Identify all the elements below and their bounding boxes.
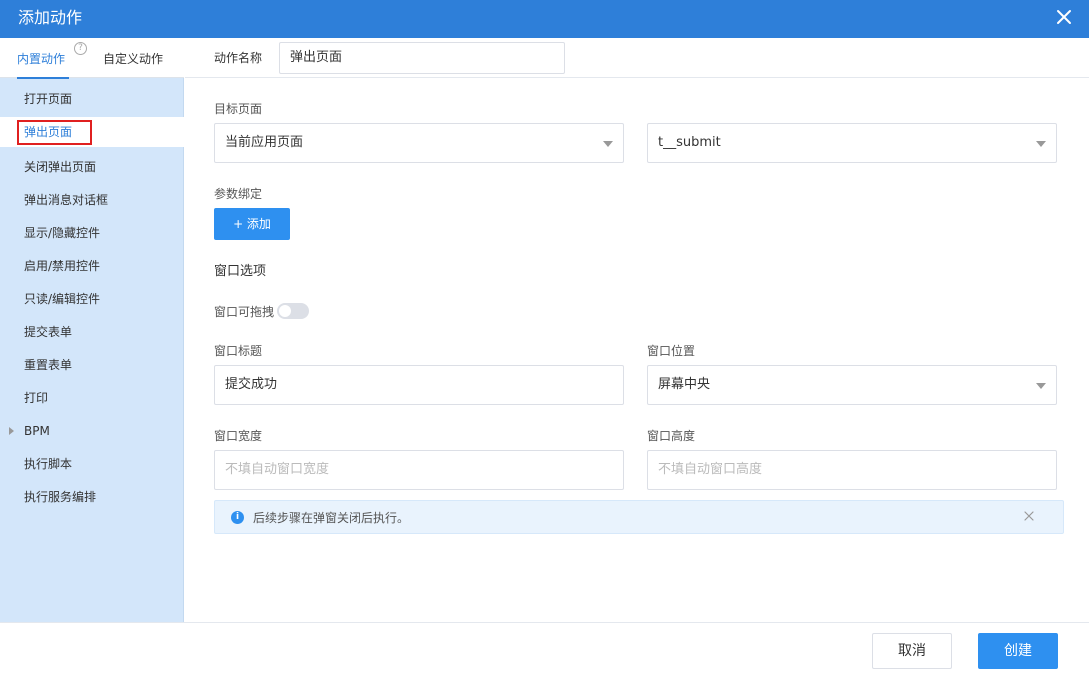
window-height-input[interactable]: 不填自动窗口高度 <box>647 450 1057 490</box>
window-position-select[interactable]: 屏幕中央 <box>647 365 1057 405</box>
draggable-toggle[interactable] <box>277 303 309 319</box>
window-title-label: 窗口标题 <box>214 344 263 358</box>
menu-item-label: BPM <box>24 424 50 438</box>
menu-item-label: 执行服务编排 <box>24 490 97 504</box>
tab-builtin-actions[interactable]: 内置动作 <box>17 38 69 79</box>
menu-item-print[interactable]: 打印 <box>0 383 184 413</box>
window-width-label: 窗口宽度 <box>214 429 263 443</box>
target-page-value: t__submit <box>658 135 721 150</box>
menu-item-run-script[interactable]: 执行脚本 <box>0 449 184 479</box>
caret-right-icon <box>9 427 14 435</box>
info-notice: i 后续步骤在弹窗关闭后执行。 <box>214 500 1064 534</box>
menu-item-reset-form[interactable]: 重置表单 <box>0 350 184 380</box>
menu-item-close-popup[interactable]: 关闭弹出页面 <box>0 152 184 182</box>
close-icon[interactable] <box>1055 8 1073 26</box>
menu-item-label: 显示/隐藏控件 <box>24 226 101 240</box>
menu-item-label: 弹出消息对话框 <box>24 193 109 207</box>
target-page-select[interactable]: t__submit <box>647 123 1057 163</box>
target-page-label: 目标页面 <box>214 102 263 116</box>
menu-item-bpm[interactable]: BPM <box>0 416 184 446</box>
menu-item-enable-disable-control[interactable]: 启用/禁用控件 <box>0 251 184 281</box>
dialog-footer: 取消 创建 <box>0 622 1089 675</box>
menu-item-label: 打印 <box>24 391 49 405</box>
window-position-value: 屏幕中央 <box>658 377 711 392</box>
create-button[interactable]: 创建 <box>978 633 1058 669</box>
dialog-title: 添加动作 <box>18 8 83 27</box>
help-icon[interactable]: ? <box>74 42 87 55</box>
window-position-label: 窗口位置 <box>647 344 696 358</box>
dropdown-arrow-icon <box>1036 141 1046 147</box>
param-binding-label: 参数绑定 <box>214 187 263 201</box>
menu-item-submit-form[interactable]: 提交表单 <box>0 317 184 347</box>
menu-item-label: 执行脚本 <box>24 457 73 471</box>
menu-item-open-page[interactable]: 打开页面 <box>0 84 184 114</box>
menu-item-label: 提交表单 <box>24 325 73 339</box>
notice-message: 后续步骤在弹窗关闭后执行。 <box>253 511 410 525</box>
action-type-tabs: 内置动作 ? 自定义动作 <box>0 38 184 79</box>
action-name-label: 动作名称 <box>214 51 263 65</box>
menu-item-label: 只读/编辑控件 <box>24 292 101 306</box>
tab-custom-actions[interactable]: 自定义动作 <box>103 38 163 78</box>
target-app-value: 当前应用页面 <box>225 135 304 150</box>
window-width-input[interactable]: 不填自动窗口宽度 <box>214 450 624 490</box>
add-param-button[interactable]: + 添加 <box>214 208 290 240</box>
window-height-label: 窗口高度 <box>647 429 696 443</box>
dialog-header: 添加动作 <box>0 0 1089 38</box>
draggable-label: 窗口可拖拽 <box>214 305 275 319</box>
menu-item-readonly-edit-control[interactable]: 只读/编辑控件 <box>0 284 184 314</box>
menu-item-show-hide-control[interactable]: 显示/隐藏控件 <box>0 218 184 248</box>
dropdown-arrow-icon <box>1036 383 1046 389</box>
action-name-input[interactable]: 弹出页面 <box>279 42 565 74</box>
info-icon: i <box>231 511 244 524</box>
cancel-button[interactable]: 取消 <box>872 633 952 669</box>
menu-item-label: 打开页面 <box>24 92 73 106</box>
window-title-input[interactable]: 提交成功 <box>214 365 624 405</box>
selection-highlight <box>17 120 92 145</box>
close-icon[interactable] <box>1023 510 1035 522</box>
action-sidebar: 内置动作 ? 自定义动作 打开页面 弹出页面 关闭弹出页面 弹出消息对话框 显示… <box>0 38 184 622</box>
window-options-title: 窗口选项 <box>214 264 267 279</box>
dropdown-arrow-icon <box>603 141 613 147</box>
menu-item-label: 启用/禁用控件 <box>24 259 101 273</box>
toggle-knob <box>279 305 291 317</box>
menu-item-popup-page[interactable]: 弹出页面 <box>0 117 184 147</box>
menu-item-run-service-orchestration[interactable]: 执行服务编排 <box>0 482 184 512</box>
target-app-select[interactable]: 当前应用页面 <box>214 123 624 163</box>
menu-item-label: 关闭弹出页面 <box>24 160 97 174</box>
menu-item-label: 重置表单 <box>24 358 73 372</box>
menu-item-message-dialog[interactable]: 弹出消息对话框 <box>0 185 184 215</box>
